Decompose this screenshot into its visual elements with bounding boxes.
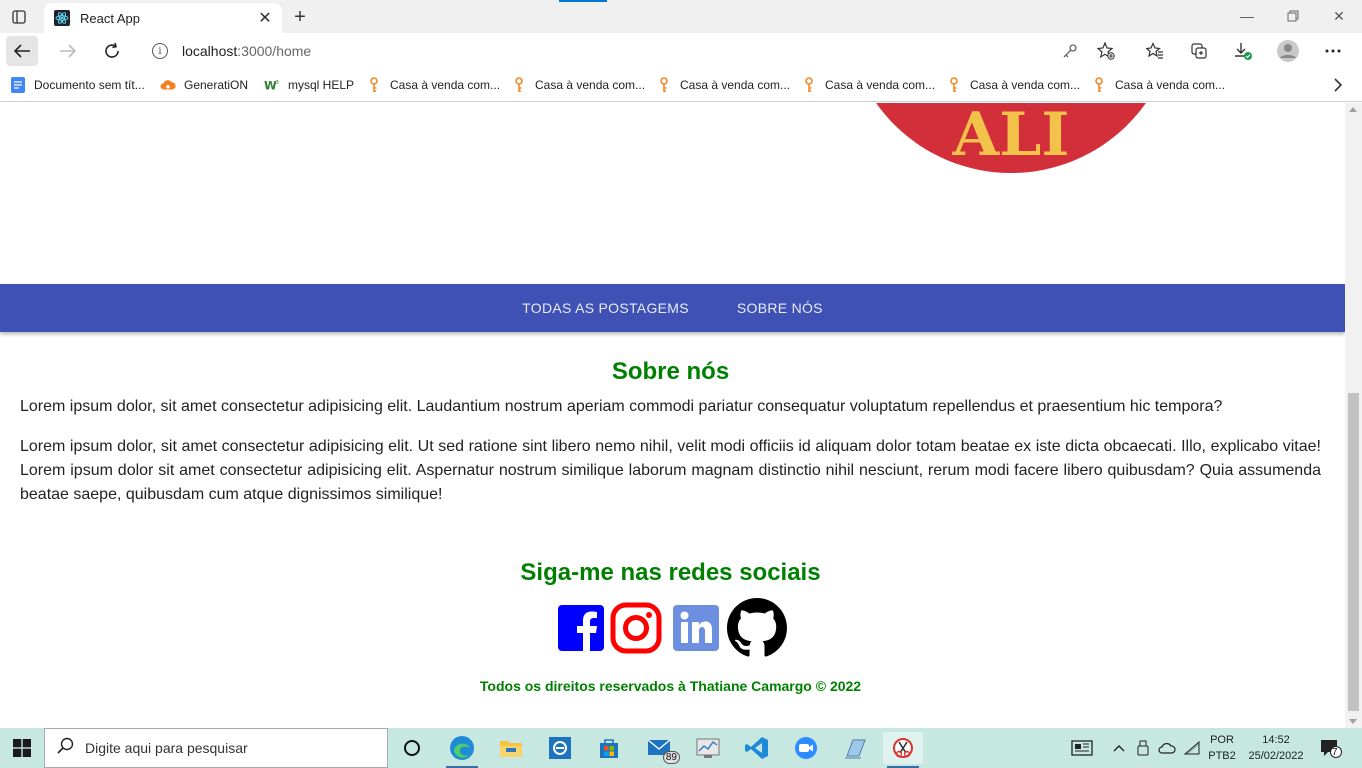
bookmark-casa-5[interactable]: Casa à venda com... xyxy=(946,76,1080,94)
close-tab-icon[interactable]: ✕ xyxy=(256,9,274,27)
svg-text:ALI: ALI xyxy=(952,103,1070,170)
main-navbar: TODAS AS POSTAGEMS SOBRE NÓS xyxy=(0,284,1345,332)
new-tab-button[interactable]: + xyxy=(288,5,312,29)
more-menu-icon[interactable] xyxy=(1320,39,1346,63)
docs-icon xyxy=(10,77,26,93)
bookmark-casa-3[interactable]: Casa à venda com... xyxy=(656,76,790,94)
scrollbar-thumb[interactable] xyxy=(1348,393,1359,711)
start-button[interactable] xyxy=(0,728,44,768)
nav-about[interactable]: SOBRE NÓS xyxy=(737,300,823,316)
key-icon xyxy=(801,77,817,93)
close-window-button[interactable]: ✕ xyxy=(1316,4,1362,28)
tab-actions-icon[interactable] xyxy=(8,6,30,28)
forward-button[interactable] xyxy=(52,36,84,66)
instagram-icon[interactable] xyxy=(606,602,666,654)
usb-icon[interactable] xyxy=(1134,728,1152,768)
page-viewport: ALI TODAS AS POSTAGEMS SOBRE NÓS Sobre n… xyxy=(0,103,1345,728)
resource-monitor-icon[interactable] xyxy=(688,732,728,764)
bookmark-casa-6[interactable]: Casa à venda com... xyxy=(1091,76,1225,94)
mail-badge: 89 xyxy=(662,751,680,764)
news-icon[interactable] xyxy=(1068,728,1096,768)
w3schools-icon: W3 xyxy=(264,77,280,93)
vscode-icon[interactable] xyxy=(737,732,777,764)
key-icon xyxy=(511,77,527,93)
facebook-icon[interactable] xyxy=(556,605,606,651)
tab-title: React App xyxy=(80,10,140,26)
search-placeholder: Digite aqui para pesquisar xyxy=(85,740,248,756)
nav-all-posts[interactable]: TODAS AS POSTAGEMS xyxy=(522,300,689,316)
key-icon xyxy=(1091,77,1107,93)
back-button[interactable] xyxy=(6,36,38,66)
react-icon xyxy=(54,10,70,26)
zoom-icon[interactable] xyxy=(786,732,826,764)
snipping-tool-icon[interactable] xyxy=(883,732,923,768)
bookmark-documento[interactable]: Documento sem tít... xyxy=(10,76,145,94)
key-icon xyxy=(946,77,962,93)
address-bar-row: i localhost:3000/home xyxy=(0,33,1362,69)
key-icon xyxy=(366,77,382,93)
site-info-icon[interactable]: i xyxy=(152,43,168,59)
wifi-icon[interactable] xyxy=(1182,728,1202,768)
tab-react-app[interactable]: React App ✕ xyxy=(44,3,282,33)
profile-avatar[interactable] xyxy=(1275,39,1301,63)
restore-button[interactable] xyxy=(1270,4,1316,28)
notification-count: 7 xyxy=(1332,747,1338,758)
favorites-icon[interactable] xyxy=(1142,39,1168,63)
onedrive-icon[interactable] xyxy=(1156,728,1178,768)
downloads-icon[interactable] xyxy=(1230,39,1256,63)
windows-taskbar: Digite aqui para pesquisar 89 POR PTB2 1… xyxy=(0,728,1362,768)
language-indicator[interactable]: POR PTB2 xyxy=(1207,732,1237,764)
minimize-button[interactable]: — xyxy=(1224,4,1270,28)
github-icon[interactable] xyxy=(726,598,788,658)
bookmark-mysql-help[interactable]: W3 mysql HELP xyxy=(264,76,354,94)
social-heading: Siga-me nas redes sociais xyxy=(520,559,821,586)
bookmark-generation[interactable]: GeneratiON xyxy=(160,76,248,94)
mail-icon[interactable]: 89 xyxy=(640,732,680,764)
linkedin-icon[interactable] xyxy=(666,605,726,651)
add-favorite-icon[interactable] xyxy=(1096,41,1116,61)
task-view-icon[interactable] xyxy=(392,732,432,764)
scroll-up-icon[interactable] xyxy=(1349,107,1357,112)
cloud-icon xyxy=(160,77,176,93)
chevron-up-icon[interactable] xyxy=(1110,728,1128,768)
key-icon[interactable] xyxy=(1060,41,1080,61)
logo-image: ALI xyxy=(876,103,1146,173)
social-icons xyxy=(556,598,788,658)
store-icon[interactable] xyxy=(589,732,629,764)
about-heading: Sobre nós xyxy=(611,358,730,385)
about-paragraph-2: Lorem ipsum dolor, sit amet consectetur … xyxy=(20,438,1321,503)
footer-copyright: Todos os direitos reservados à Thatiane … xyxy=(479,678,862,694)
key-icon xyxy=(656,77,672,93)
bookmark-casa-4[interactable]: Casa à venda com... xyxy=(801,76,935,94)
notes-app-icon[interactable] xyxy=(835,732,875,764)
about-paragraph-1: Lorem ipsum dolor, sit amet consectetur … xyxy=(20,398,1223,415)
address-bar[interactable]: i localhost:3000/home xyxy=(140,36,1126,66)
scroll-down-icon[interactable] xyxy=(1349,719,1357,724)
clock-date: 25/02/2022 xyxy=(1248,750,1304,762)
edge-icon[interactable] xyxy=(442,732,482,768)
page-scrollbar[interactable] xyxy=(1345,103,1362,728)
bookmark-casa-1[interactable]: Casa à venda com... xyxy=(366,76,500,94)
taskbar-search[interactable]: Digite aqui para pesquisar xyxy=(44,728,388,768)
bookmark-casa-2[interactable]: Casa à venda com... xyxy=(511,76,645,94)
chevron-right-icon[interactable] xyxy=(1330,77,1346,93)
app-icon-blue[interactable] xyxy=(540,732,580,764)
notifications-icon[interactable]: 7 xyxy=(1316,728,1346,768)
search-icon xyxy=(57,737,75,760)
accent-line xyxy=(559,0,607,2)
file-explorer-icon[interactable] xyxy=(491,732,531,764)
refresh-button[interactable] xyxy=(96,36,128,66)
collections-icon[interactable] xyxy=(1186,39,1212,63)
url-text: localhost:3000/home xyxy=(182,43,312,59)
browser-window: React App ✕ + — ✕ i localhost:3000/home xyxy=(0,0,1362,728)
clock-time: 14:52 xyxy=(1262,734,1290,746)
bookmarks-bar: Documento sem tít... GeneratiON W3 mysql… xyxy=(0,69,1362,102)
svg-text:3: 3 xyxy=(276,80,279,86)
tab-strip: React App ✕ + — ✕ xyxy=(0,0,1362,33)
clock[interactable]: 14:52 25/02/2022 xyxy=(1246,732,1306,764)
